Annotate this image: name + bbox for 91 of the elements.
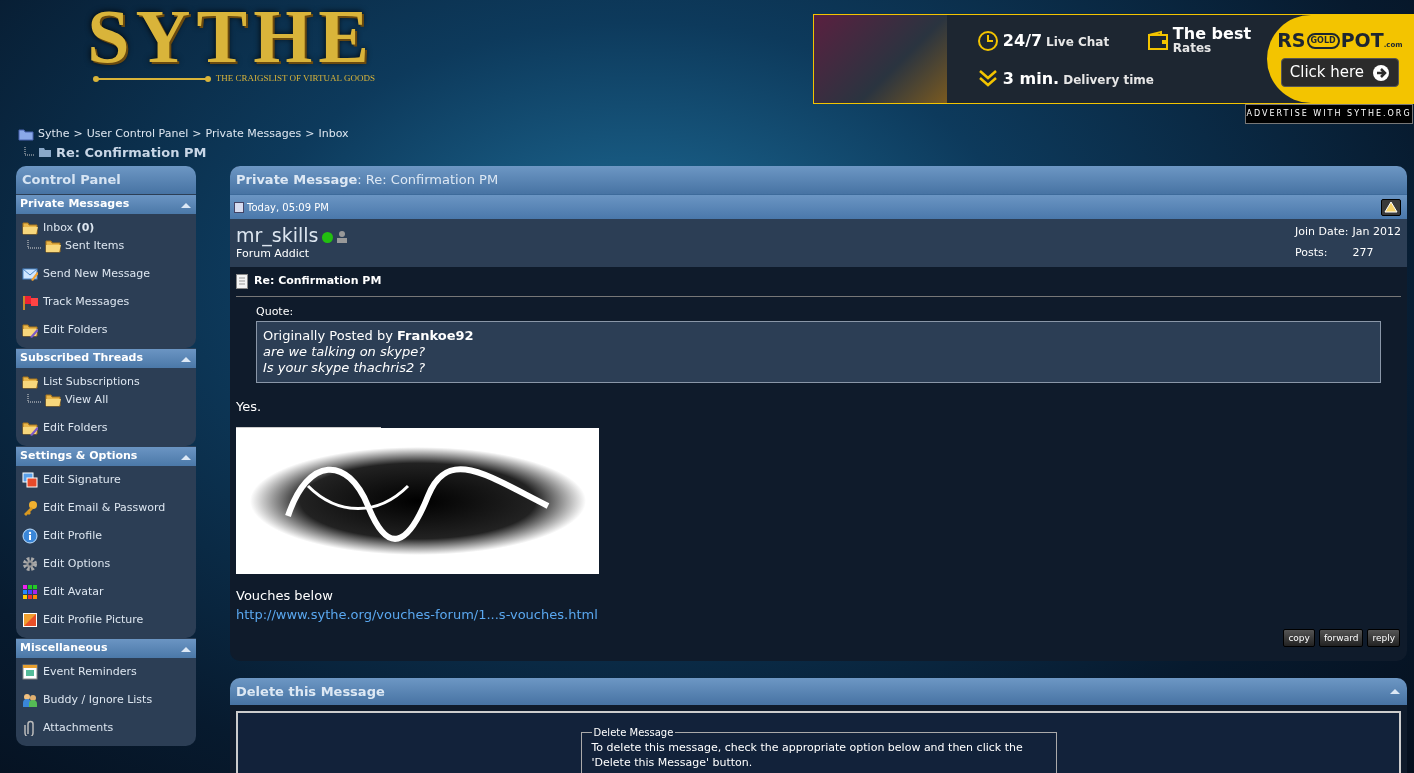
section-header[interactable]: Subscribed Threads [16, 348, 196, 368]
document-icon [234, 201, 244, 213]
breadcrumb-link[interactable]: Private Messages [205, 126, 302, 143]
sidebar-link[interactable]: Track Messages [22, 293, 190, 311]
breadcrumb-separator: > [192, 126, 202, 142]
username-link[interactable]: mr_skills [236, 224, 319, 246]
posts-label: Posts: [1295, 246, 1329, 261]
ad-text: Live Chat [1046, 34, 1110, 51]
join-date: Jan 2012 [1352, 225, 1401, 240]
windows-icon [22, 472, 38, 488]
calendar-icon [22, 664, 38, 680]
sidebar-link[interactable]: Edit Profile Picture [22, 611, 190, 629]
sidebar-link[interactable]: Edit Folders [22, 419, 190, 437]
current-page-title: Re: Confirmation PM [56, 143, 207, 162]
sidebar-link[interactable]: Edit Options [22, 555, 190, 573]
ad-headline: The best [1172, 27, 1252, 41]
picture-icon [22, 612, 38, 628]
sidebar-link[interactable]: Edit Avatar [22, 583, 190, 601]
message-text: Yes. [236, 398, 263, 416]
sidebar-link[interactable]: Edit Email & Password [22, 499, 190, 517]
quoted-text: Is your skype thachris2 ? [263, 360, 427, 376]
message-subject: Re: Confirmation PM [254, 273, 382, 289]
vouches-link[interactable]: http://www.sythe.org/vouches-forum/1...s-vouches.html [236, 605, 1401, 625]
clock-icon [976, 30, 999, 52]
section-header[interactable]: Miscellaneous [16, 638, 196, 658]
logo-tagline: THE CRAIGSLIST OF VIRTUAL GOODS [215, 72, 375, 85]
sidebar-link[interactable]: Event Reminders [22, 663, 190, 681]
section-header[interactable]: Private Messages [16, 194, 196, 214]
folder-pencil-icon [22, 322, 38, 338]
instruction-text: To delete this message, check the appropriate option below and then click the 'Delete this Message' button. [591, 739, 1024, 770]
folder-icon [38, 146, 52, 159]
sidebar-link[interactable]: Attachments [22, 719, 190, 737]
breadcrumb-separator: > [305, 126, 315, 142]
ad-headline: 24/7 [1002, 30, 1043, 52]
folder-icon [18, 127, 34, 142]
sidebar-link[interactable]: Edit Signature [22, 471, 190, 489]
logo-wordmark[interactable]: SYTHE [87, 0, 375, 72]
panel-title: Private Message: Re: Confirmation PM [230, 166, 1407, 194]
document-icon [236, 273, 248, 289]
panel-title: Delete this Message [236, 682, 385, 701]
message-text: Vouches below [236, 586, 334, 605]
quote-label: Quote: [256, 303, 295, 320]
post-count: 277 [1352, 246, 1375, 261]
message-action-button[interactable]: forward [1318, 628, 1364, 647]
sidebar-link[interactable]: Edit Folders [22, 321, 190, 339]
folder-icon [45, 392, 61, 408]
folder-icon [45, 238, 61, 254]
tree-connector-icon [24, 147, 34, 158]
sidebar-link[interactable]: Sent Items [45, 237, 125, 255]
tree-connector-icon [27, 394, 41, 406]
envelope-pencil-icon [22, 266, 38, 282]
sidebar-link[interactable]: Edit Profile [22, 527, 190, 545]
advertise-link[interactable]: ADVERTISE WITH SYTHE.ORG [1245, 104, 1413, 124]
breadcrumb-link[interactable]: Sythe [38, 126, 70, 143]
breadcrumb-separator: > [73, 126, 83, 142]
folder-icon [22, 220, 38, 236]
flag-icon [22, 294, 38, 310]
color-grid-icon [22, 584, 38, 600]
ornament-line-icon [91, 74, 212, 83]
sidebar-link[interactable]: Send New Message [22, 265, 190, 283]
quoted-text: are we talking on skype? [263, 344, 427, 360]
breadcrumb-link[interactable]: Inbox [318, 126, 349, 143]
folder-icon [22, 374, 38, 390]
user-rank: Forum Addict [236, 247, 311, 262]
key-icon [22, 500, 38, 516]
ad-headline: 3 min. [1002, 68, 1060, 90]
section-header[interactable]: Settings & Options [16, 446, 196, 466]
click-here-button[interactable]: Click here [1280, 58, 1400, 87]
wallet-icon [1146, 30, 1169, 52]
info-icon [22, 528, 38, 544]
user-icon [337, 231, 348, 243]
message-action-button[interactable]: copy [1283, 628, 1315, 647]
arrow-right-icon [1372, 63, 1391, 82]
message-action-button[interactable]: reply [1367, 628, 1400, 647]
sidebar-link[interactable]: Buddy / Ignore Lists [22, 691, 190, 709]
warning-button[interactable] [1381, 198, 1401, 216]
post-date: Today, 05:09 PM [247, 200, 329, 215]
sidebar-link[interactable]: Inbox (0) [22, 219, 190, 237]
join-date-label: Join Date: [1295, 225, 1349, 240]
sidebar-link[interactable]: List Subscriptions [22, 373, 190, 391]
people-icon [22, 692, 38, 708]
settings-icon [22, 556, 38, 572]
ad-text: Delivery time [1063, 72, 1154, 89]
tree-connector-icon [27, 240, 41, 252]
folder-pencil-icon [22, 420, 38, 436]
fieldset-legend: Delete Message [591, 724, 676, 740]
breadcrumb-link[interactable]: User Control Panel [86, 126, 189, 143]
quote-byline: Originally Posted by Frankoe92 [263, 328, 475, 344]
panel-title: Control Panel [16, 166, 196, 194]
ad-text: Rates [1172, 41, 1213, 55]
sidebar-link[interactable]: View All [45, 391, 109, 409]
